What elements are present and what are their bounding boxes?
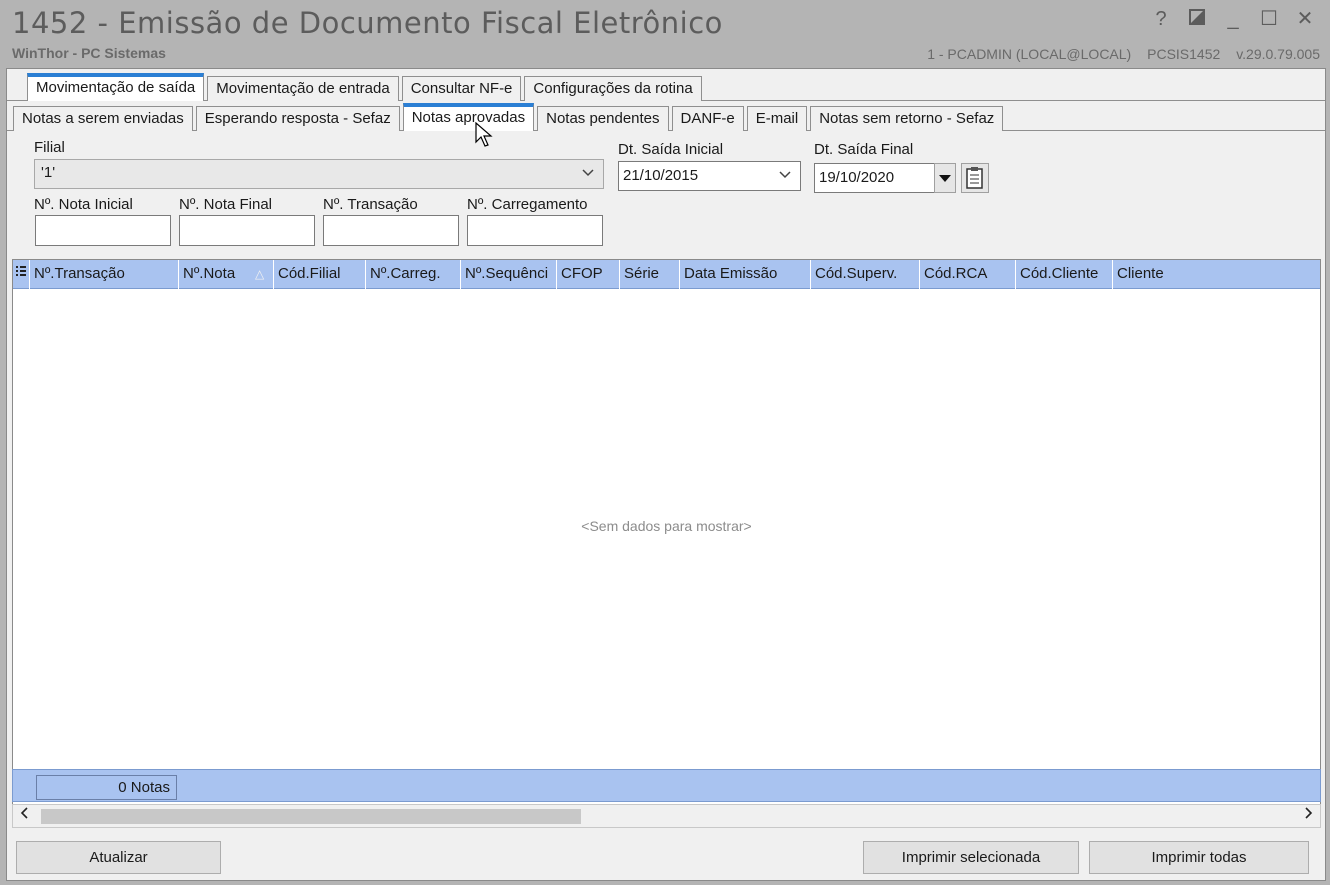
column-chooser-icon[interactable] bbox=[13, 260, 30, 289]
window-title: 1452 - Emissão de Documento Fiscal Eletr… bbox=[12, 6, 723, 40]
column-header-nota[interactable]: Nº.Nota △ bbox=[179, 260, 274, 289]
calendar-icon bbox=[966, 167, 983, 189]
tab-consultar-nfe[interactable]: Consultar NF-e bbox=[401, 76, 522, 101]
nota-final-input[interactable] bbox=[179, 215, 315, 246]
column-header-nota-label: Nº.Nota bbox=[183, 265, 236, 282]
dt-inicial-label: Dt. Saída Inicial bbox=[618, 141, 724, 158]
tab-movimentacao-entrada[interactable]: Movimentação de entrada bbox=[207, 76, 399, 101]
column-header-cod-rca[interactable]: Cód.RCA bbox=[920, 260, 1016, 289]
triangle-down-icon bbox=[939, 175, 951, 182]
dt-final-value: 19/10/2020 bbox=[819, 169, 895, 186]
column-header-cliente[interactable]: Cliente bbox=[1113, 260, 1320, 289]
empty-message: <Sem dados para mostrar> bbox=[581, 518, 752, 534]
chevron-down-icon[interactable] bbox=[778, 167, 792, 181]
column-header-sequencia[interactable]: Nº.Sequênci bbox=[461, 260, 557, 289]
tab-notas-aprovadas[interactable]: Notas aprovadas bbox=[402, 103, 535, 131]
user-label: 1 - PCADMIN (LOCAL@LOCAL) bbox=[927, 46, 1132, 62]
version-label: v.29.0.79.005 bbox=[1236, 46, 1320, 62]
carregamento-input[interactable] bbox=[467, 215, 603, 246]
dt-final-input[interactable]: 19/10/2020 bbox=[814, 163, 935, 193]
filial-label: Filial bbox=[34, 139, 65, 156]
tab-configuracoes[interactable]: Configurações da rotina bbox=[524, 76, 702, 101]
carregamento-label: Nº. Carregamento bbox=[467, 196, 588, 213]
dt-final-dropdown-button[interactable] bbox=[934, 163, 956, 193]
scroll-left-icon[interactable] bbox=[15, 806, 35, 826]
column-header-data-emissao[interactable]: Data Emissão bbox=[680, 260, 811, 289]
nota-final-label: Nº. Nota Final bbox=[179, 196, 273, 213]
column-header-serie[interactable]: Série bbox=[620, 260, 680, 289]
main-tabs: Movimentação de saída Movimentação de en… bbox=[27, 73, 705, 101]
nota-inicial-label: Nº. Nota Inicial bbox=[34, 196, 133, 213]
window-subtitle: WinThor - PC Sistemas bbox=[12, 45, 166, 61]
tab-notas-serem-enviadas[interactable]: Notas a serem enviadas bbox=[13, 106, 193, 131]
help-icon[interactable]: ? bbox=[1150, 8, 1172, 30]
routine-label: PCSIS1452 bbox=[1147, 46, 1221, 62]
client-area: Movimentação de saída Movimentação de en… bbox=[6, 68, 1326, 881]
minimize-icon[interactable]: _ bbox=[1222, 8, 1244, 30]
filial-select[interactable]: '1' bbox=[34, 159, 604, 189]
atualizar-button[interactable]: Atualizar bbox=[16, 841, 221, 874]
window-controls: ? _ ☐ ✕ bbox=[1150, 8, 1316, 30]
title-bar: 1452 - Emissão de Documento Fiscal Eletr… bbox=[0, 0, 1330, 68]
notes-count: 0 Notas bbox=[36, 775, 177, 800]
main-window: 1452 - Emissão de Documento Fiscal Eletr… bbox=[0, 0, 1330, 885]
column-header-cod-filial[interactable]: Cód.Filial bbox=[274, 260, 366, 289]
notes-grid[interactable]: Nº.Transação Nº.Nota △ Cód.Filial Nº.Car… bbox=[12, 259, 1321, 828]
column-header-carreg[interactable]: Nº.Carreg. bbox=[366, 260, 461, 289]
mouse-cursor-icon bbox=[475, 122, 493, 147]
dt-inicial-input[interactable]: 21/10/2015 bbox=[618, 161, 801, 191]
scroll-right-icon[interactable] bbox=[1298, 806, 1318, 826]
imprimir-todas-button[interactable]: Imprimir todas bbox=[1089, 841, 1309, 874]
user-info: 1 - PCADMIN (LOCAL@LOCAL) PCSIS1452 v.29… bbox=[915, 46, 1320, 62]
column-header-cod-superv[interactable]: Cód.Superv. bbox=[811, 260, 920, 289]
tab-notas-sem-retorno[interactable]: Notas sem retorno - Sefaz bbox=[810, 106, 1004, 131]
nota-inicial-input[interactable] bbox=[35, 215, 171, 246]
sub-tabs: Notas a serem enviadas Esperando respost… bbox=[13, 103, 1006, 131]
tab-notas-pendentes[interactable]: Notas pendentes bbox=[537, 106, 669, 131]
grid-header: Nº.Transação Nº.Nota △ Cód.Filial Nº.Car… bbox=[13, 260, 1320, 289]
chevron-down-icon bbox=[582, 169, 594, 177]
column-header-cfop[interactable]: CFOP bbox=[557, 260, 620, 289]
tab-esperando-resposta[interactable]: Esperando resposta - Sefaz bbox=[195, 106, 400, 131]
dt-inicial-value: 21/10/2015 bbox=[623, 167, 699, 184]
transacao-input[interactable] bbox=[323, 215, 459, 246]
tab-movimentacao-saida[interactable]: Movimentação de saída bbox=[27, 73, 205, 101]
scrollbar-thumb[interactable] bbox=[41, 809, 581, 824]
sort-ascending-icon: △ bbox=[255, 267, 265, 281]
dt-final-label: Dt. Saída Final bbox=[814, 141, 914, 158]
column-header-transacao[interactable]: Nº.Transação bbox=[30, 260, 179, 289]
close-icon[interactable]: ✕ bbox=[1294, 8, 1316, 30]
imprimir-selecionada-button[interactable]: Imprimir selecionada bbox=[863, 841, 1079, 874]
restore-icon[interactable] bbox=[1186, 8, 1208, 30]
tab-danfe[interactable]: DANF-e bbox=[671, 106, 744, 131]
calendar-button[interactable] bbox=[961, 163, 989, 193]
tab-email[interactable]: E-mail bbox=[746, 106, 808, 131]
horizontal-scrollbar[interactable] bbox=[12, 804, 1321, 828]
column-header-cod-cliente[interactable]: Cód.Cliente bbox=[1016, 260, 1113, 289]
maximize-icon[interactable]: ☐ bbox=[1258, 8, 1280, 30]
grid-footer: 0 Notas bbox=[12, 769, 1321, 802]
transacao-label: Nº. Transação bbox=[323, 196, 418, 213]
filial-value: '1' bbox=[41, 164, 56, 181]
